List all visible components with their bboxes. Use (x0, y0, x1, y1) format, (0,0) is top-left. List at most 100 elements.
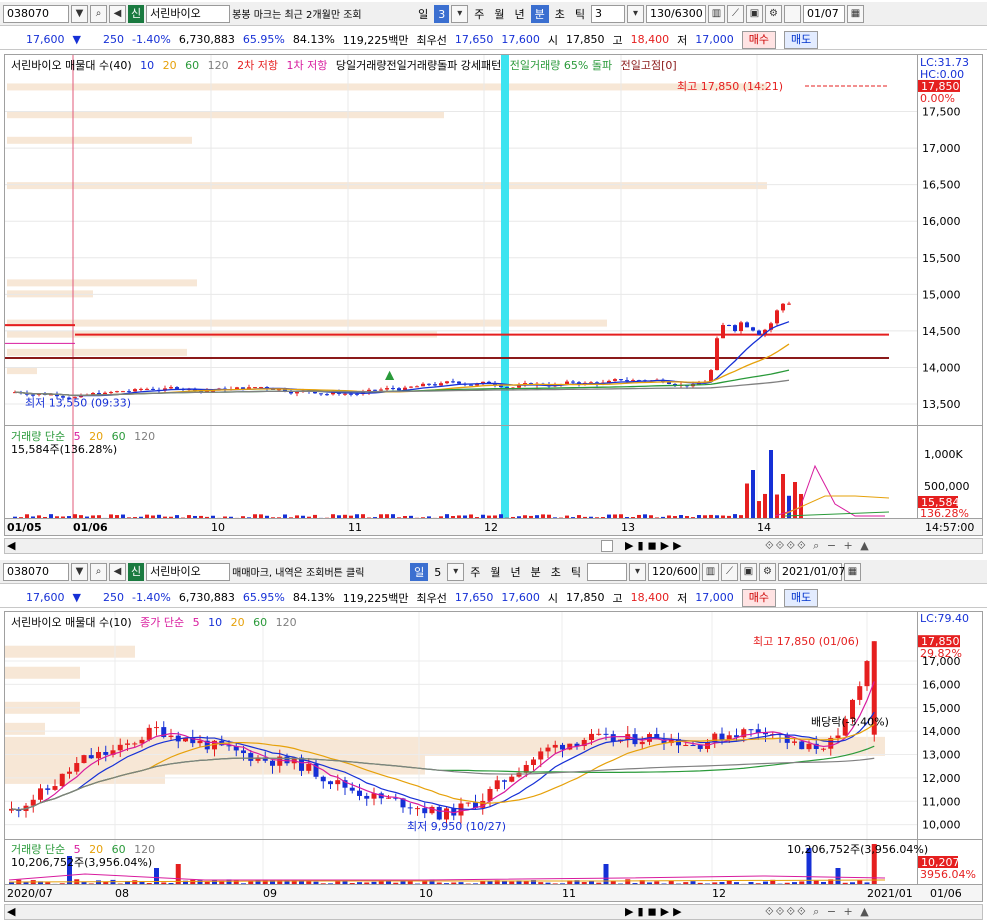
zoom-icons[interactable]: ⟐⟐⟐⟐ ⌕ − + ▲ (765, 539, 871, 553)
candle (295, 392, 299, 394)
candle (439, 383, 443, 386)
scroll-left-icon[interactable]: ◀ (7, 539, 15, 552)
date-field[interactable]: 2021/01/07 (778, 562, 845, 581)
playback-icons[interactable]: ▶▮◼▶▶ (625, 539, 686, 552)
dropdown-icon[interactable]: ▼ (71, 4, 88, 23)
candle (639, 741, 645, 745)
interval-select[interactable]: 3 (591, 4, 625, 23)
legend-ma120: 120 (207, 59, 229, 72)
volume-bar (763, 493, 767, 518)
tab-second[interactable]: 초 (547, 563, 565, 581)
bottom-price-pane[interactable]: 서린바이오 매물대 수(10) 종가 단순 5 10 20 60 120 최고 … (4, 611, 983, 840)
candle (103, 752, 109, 755)
vol-value: 10,206,752주(3,956.04%) (11, 856, 153, 869)
stock-code-input[interactable]: 038070 (3, 4, 69, 23)
top-volume-scale: 1,000K 500,000 15,584 136.28% (917, 426, 982, 518)
volume-profile-bar (5, 666, 80, 679)
candle (52, 786, 58, 790)
current-price: 17,600 (26, 591, 65, 604)
top-volume-pane[interactable]: 거래량 단순 5 20 60 120 15,584주(136.28%) 1,00… (4, 425, 983, 519)
tab-day[interactable]: 일 (410, 562, 429, 581)
chevron-down-icon[interactable]: ▾ (451, 4, 469, 23)
candle-icon[interactable]: ▥ (702, 562, 719, 581)
buy-button[interactable]: 매수 (741, 588, 777, 607)
candle (407, 807, 413, 809)
tab-second[interactable]: 초 (551, 5, 569, 23)
volume-bar (793, 482, 797, 518)
dropdown-icon[interactable]: ▼ (71, 562, 88, 581)
stock-name[interactable]: 서린바이오 (146, 4, 231, 23)
checkbox[interactable] (784, 4, 801, 23)
scroll-thumb[interactable] (601, 540, 613, 552)
crosshair-cursor (501, 55, 509, 425)
sell-button[interactable]: 매도 (784, 588, 819, 607)
bottom-scrollbar[interactable]: ◀ ▶▮◼▶▶ ⟐⟐⟐⟐ ⌕ − + ▲ (4, 904, 983, 920)
search-icon[interactable]: ⌕ (90, 4, 107, 23)
chevron-down-icon[interactable]: ▾ (627, 4, 644, 23)
save-icon[interactable]: ▣ (740, 562, 757, 581)
candle (235, 387, 239, 389)
tab-minute[interactable]: 분 (527, 563, 545, 581)
tab-minute[interactable]: 분 (530, 4, 549, 23)
playback-icons[interactable]: ▶▮◼▶▶ (625, 905, 686, 918)
volume-profile-bar (7, 279, 197, 287)
x-label: 2020/07 (7, 887, 53, 900)
scroll-left-icon[interactable]: ◀ (7, 905, 15, 918)
candle (509, 776, 515, 782)
tab-tick[interactable]: 틱 (567, 563, 585, 581)
candle (88, 755, 94, 759)
candle (857, 686, 863, 700)
tab-interval[interactable]: 5 (430, 563, 445, 581)
candle (571, 381, 575, 383)
sound-icon[interactable]: ◀ (109, 4, 126, 23)
stock-name[interactable]: 서린바이오 (146, 562, 231, 581)
tab-week[interactable]: 주 (466, 563, 484, 581)
save-icon[interactable]: ▣ (746, 4, 763, 23)
legend-r2: 2차 저항 (237, 59, 279, 72)
high-annotation: 최고 17,850 (14:21) (677, 80, 783, 93)
tab-month[interactable]: 월 (486, 563, 504, 581)
tab-month[interactable]: 월 (490, 5, 508, 23)
count-field[interactable]: 120/600 (648, 562, 700, 581)
low-annotation: 최저 9,950 (10/27) (407, 820, 506, 833)
calendar-icon[interactable]: ▦ (844, 562, 861, 581)
candle (325, 394, 329, 396)
candle (306, 763, 312, 771)
gear-icon[interactable]: ⚙ (759, 562, 776, 581)
date-field[interactable]: 01/07 (803, 4, 845, 23)
tab-tick[interactable]: 틱 (571, 5, 589, 23)
sound-icon[interactable]: ◀ (109, 562, 126, 581)
gear-icon[interactable]: ⚙ (765, 4, 782, 23)
buy-button[interactable]: 매수 (741, 30, 777, 49)
legend-ma20: 20 (230, 616, 245, 629)
price-tick: 16,000 (922, 678, 961, 691)
candle-icon[interactable]: ▥ (708, 4, 725, 23)
zoom-icons[interactable]: ⟐⟐⟐⟐ ⌕ − + ▲ (765, 905, 871, 919)
bottom-price-chart[interactable]: 최고 17,850 (01/06) 최저 9,950 (10/27) 배당락(-3.… (5, 612, 919, 839)
draw-icon[interactable]: ⟋ (721, 562, 738, 581)
tab-week[interactable]: 주 (470, 5, 488, 23)
top-price-chart[interactable]: 최고 17,850 (14:21) 최저 13,550 (09:33) ▲ (5, 55, 919, 425)
pattern-marker-icon: ▲ (385, 367, 395, 381)
chevron-down-icon[interactable]: ▾ (447, 562, 465, 581)
top-scrollbar[interactable]: ◀ ▶▮◼▶▶ ⟐⟐⟐⟐ ⌕ − + ▲ (4, 538, 983, 554)
draw-icon[interactable]: ⟋ (727, 4, 744, 23)
top-price-pane[interactable]: 서린바이오 매물대 수(40) 10 20 60 120 2차 저항 1차 저항… (4, 54, 983, 426)
interval-select[interactable] (587, 562, 627, 581)
count-field[interactable]: 130/6300 (646, 4, 706, 23)
stock-code-input[interactable]: 038070 (3, 562, 69, 581)
ratio-1: 65.95% (242, 591, 285, 604)
tab-year[interactable]: 년 (511, 5, 529, 23)
tab-year[interactable]: 년 (507, 563, 525, 581)
candle (436, 806, 442, 820)
candle (248, 753, 254, 761)
chevron-down-icon[interactable]: ▾ (629, 562, 646, 581)
x-label: 12 (484, 521, 498, 534)
calendar-icon[interactable]: ▦ (847, 4, 864, 23)
tab-day[interactable]: 일 (414, 5, 432, 23)
tab-interval[interactable]: 3 (434, 4, 450, 23)
search-icon[interactable]: ⌕ (90, 562, 107, 581)
sell-button[interactable]: 매도 (784, 30, 819, 49)
bottom-volume-pane[interactable]: 거래량 단순 5 20 60 120 10,206,752주(3,956.04%… (4, 839, 983, 885)
credit-badge: 신 (128, 562, 145, 581)
